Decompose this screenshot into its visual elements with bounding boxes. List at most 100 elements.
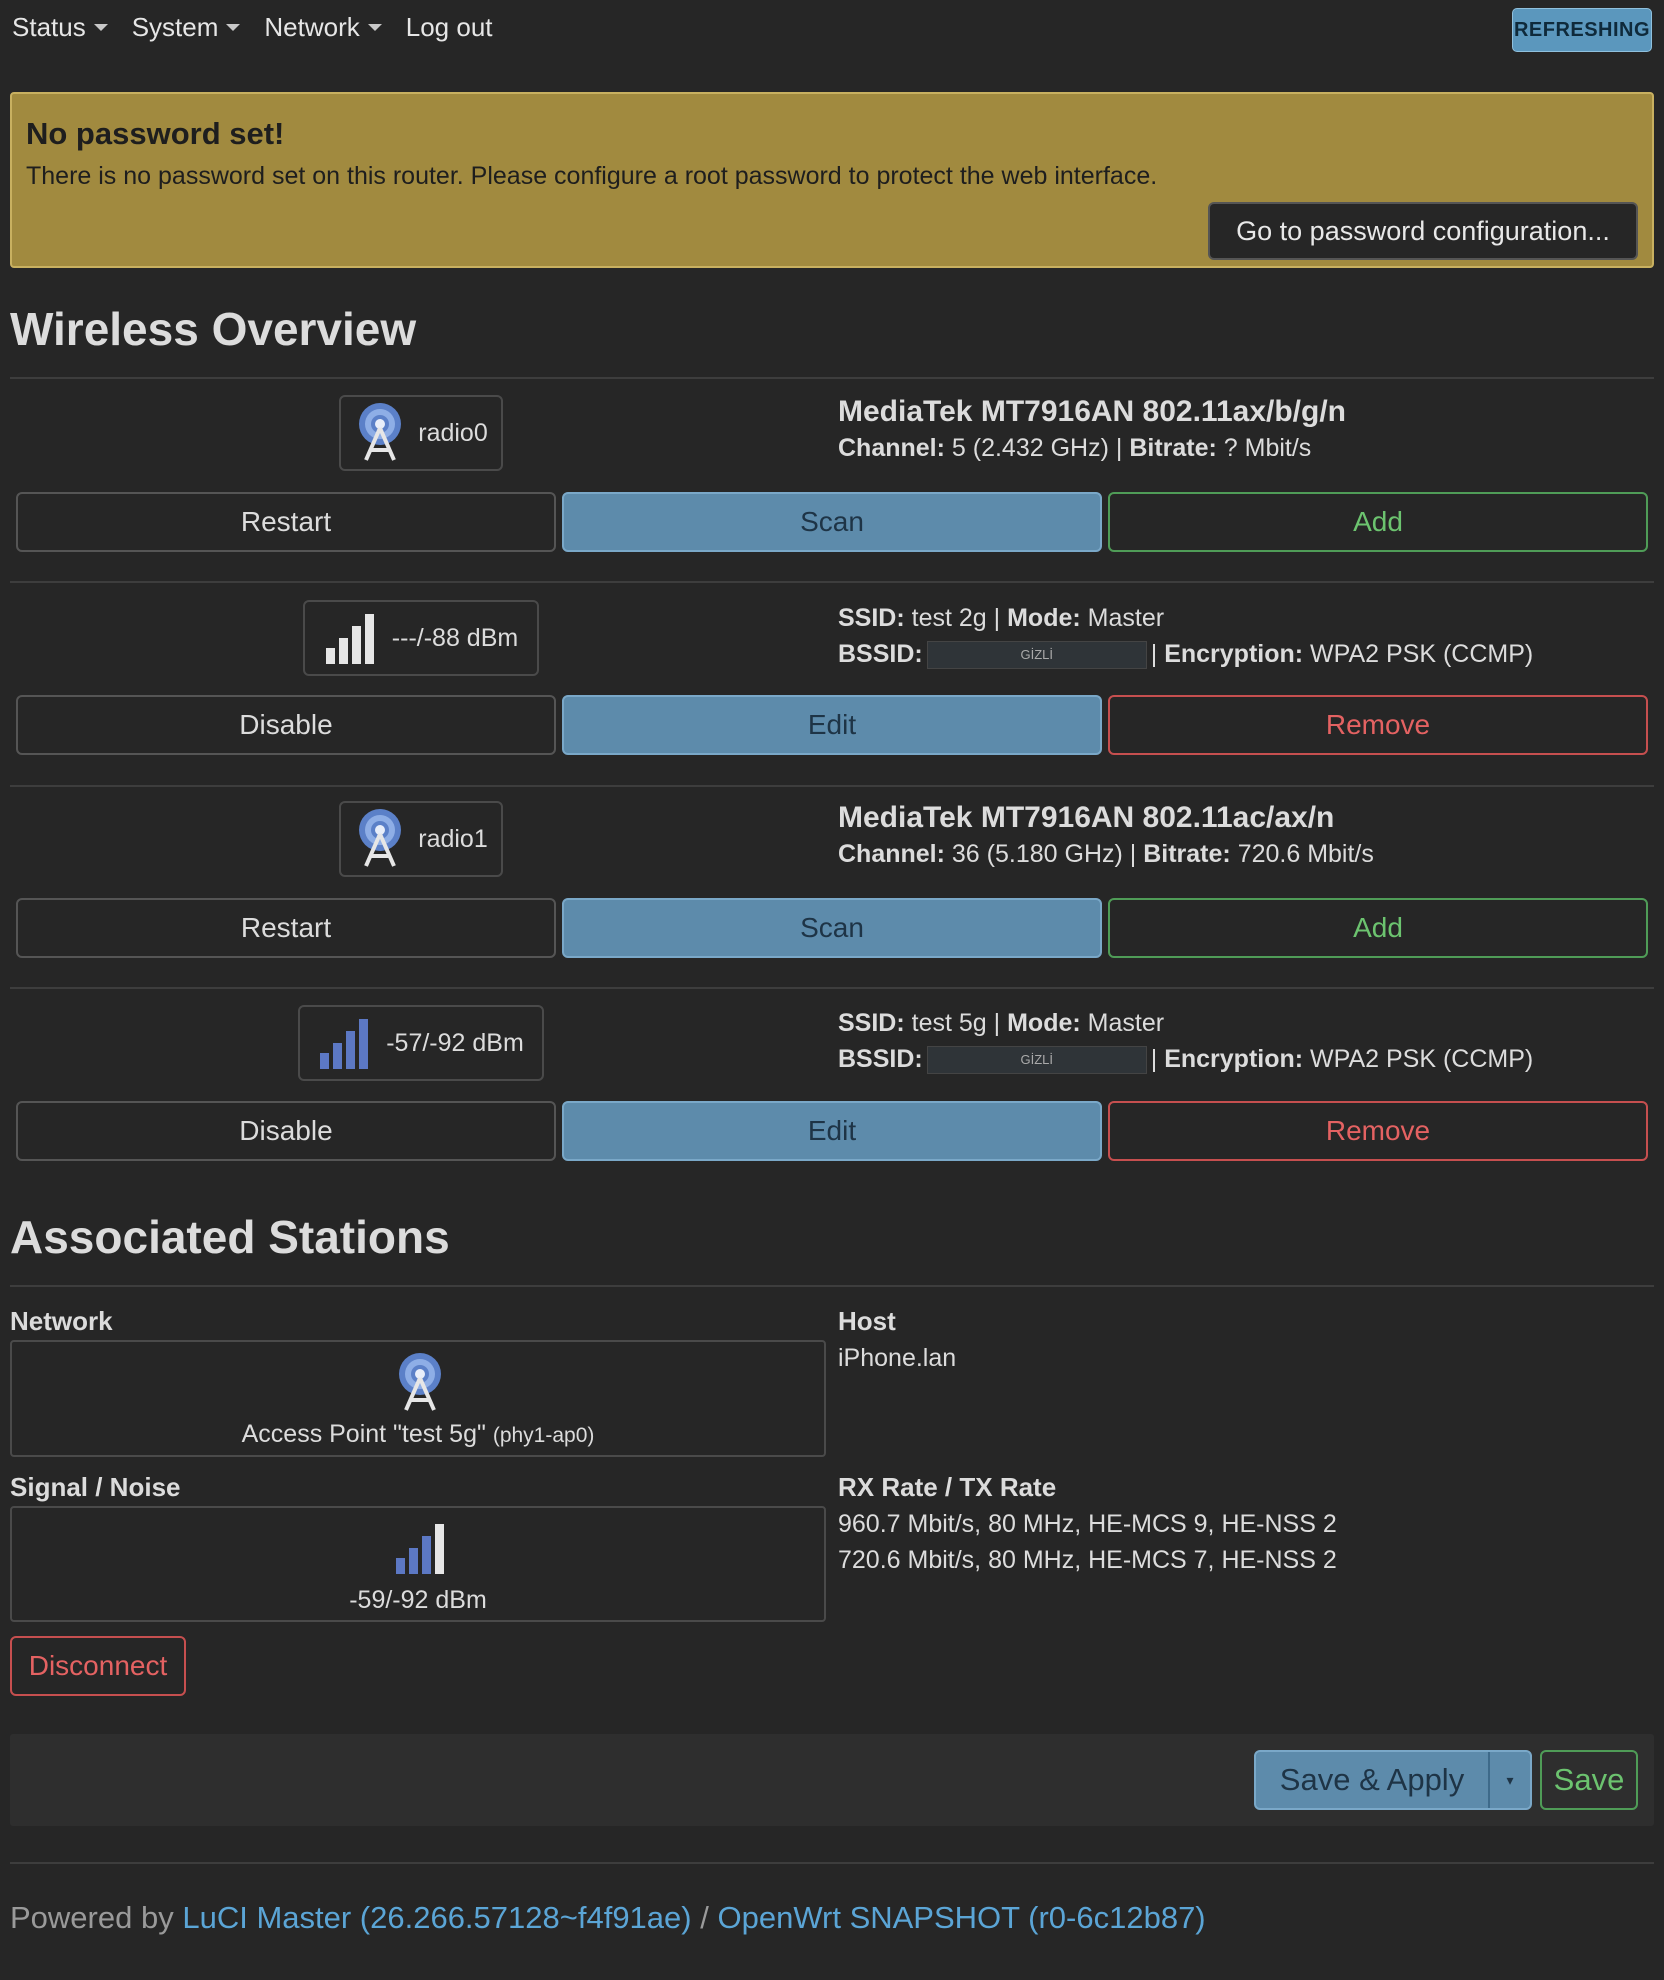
mode-label: Mode: (1007, 604, 1081, 632)
menu-system-label: System (131, 12, 219, 42)
station-network-value: Access Point "test 5g" (241, 1420, 486, 1448)
divider (10, 1285, 1654, 1287)
menu-system[interactable]: System (132, 12, 241, 43)
encryption-value: WPA2 PSK (CCMP) (1310, 1045, 1534, 1073)
radio1-model: MediaTek MT7916AN 802.11ac/ax/n (838, 801, 1335, 834)
save-apply-button[interactable]: Save & Apply (1256, 1752, 1488, 1808)
radio1-actions: Restart Scan Add (16, 898, 1648, 958)
channel-value: 5 (2.432 GHz) (951, 434, 1109, 462)
save-apply-dropdown[interactable]: ▾ (1488, 1752, 1530, 1808)
channel-label: Channel: (838, 434, 945, 462)
channel-value: 36 (5.180 GHz) (951, 840, 1123, 868)
menu-network[interactable]: Network (264, 12, 382, 43)
network-5g-actions: Disable Edit Remove (16, 1101, 1648, 1161)
station-network-iface: (phy1-ap0) (492, 1424, 595, 1447)
signal-icon (396, 1524, 444, 1574)
channel-label: Channel: (838, 840, 945, 868)
disable-button[interactable]: Disable (16, 695, 556, 755)
footer-separator: / (700, 1900, 709, 1935)
radio1-details: Channel: 36 (5.180 GHz) | Bitrate: 720.6… (838, 840, 1374, 868)
disconnect-button[interactable]: Disconnect (10, 1636, 186, 1696)
wireless-overview-title: Wireless Overview (10, 303, 417, 355)
ssid-value: test 5g (911, 1009, 987, 1037)
station-signal-box: -59/-92 dBm (10, 1506, 826, 1622)
network-2g-actions: Disable Edit Remove (16, 695, 1648, 755)
bssid-hidden: GİZLİ (926, 641, 1147, 670)
save-button[interactable]: Save (1540, 1750, 1638, 1810)
luci-link[interactable]: LuCI Master (26.266.57128~f4f91ae) (182, 1900, 691, 1935)
network-5g-signal: -57/-92 dBm (386, 1028, 524, 1057)
no-password-alert: No password set! There is no password se… (10, 92, 1654, 268)
divider (10, 581, 1654, 583)
chevron-down-icon (93, 24, 108, 31)
network-5g-signal-badge: -57/-92 dBm (298, 1005, 544, 1081)
add-button[interactable]: Add (1108, 492, 1648, 552)
ssid-label: SSID: (838, 1009, 905, 1037)
restart-button[interactable]: Restart (16, 898, 556, 958)
ssid-label: SSID: (838, 604, 905, 632)
bssid-label: BSSID: (838, 640, 923, 668)
mode-label: Mode: (1007, 1009, 1081, 1037)
network-5g-bssid-line: BSSID: GİZLİ | Encryption: WPA2 PSK (CCMP) (838, 1045, 1534, 1075)
associated-stations-title: Associated Stations (10, 1211, 450, 1263)
remove-button[interactable]: Remove (1108, 1101, 1648, 1161)
wireless-icon (359, 403, 402, 461)
divider (10, 377, 1654, 379)
ssid-value: test 2g (911, 604, 987, 632)
scan-button[interactable]: Scan (562, 492, 1102, 552)
menu-status[interactable]: Status (12, 12, 108, 43)
mode-value: Master (1087, 1009, 1165, 1037)
network-column-label: Network (10, 1306, 113, 1336)
host-value: iPhone.lan (838, 1344, 957, 1372)
footer: Powered by LuCI Master (26.266.57128~f4f… (10, 1900, 1206, 1936)
bitrate-label: Bitrate: (1143, 840, 1231, 868)
main-menu: Status System Network Log out (12, 12, 517, 43)
signal-icon (320, 1019, 369, 1069)
station-network-text: Access Point "test 5g" (phy1-ap0) (12, 1420, 824, 1449)
host-column-label: Host (838, 1306, 896, 1336)
encryption-value: WPA2 PSK (CCMP) (1310, 640, 1534, 668)
edit-button[interactable]: Edit (562, 1101, 1102, 1161)
save-apply-group: Save & Apply ▾ (1254, 1750, 1532, 1810)
refreshing-indicator[interactable]: REFRESHING (1512, 8, 1652, 52)
bssid-hidden: GİZLİ (926, 1046, 1147, 1075)
network-5g-info: SSID: test 5g | Mode: Master BSSID: GİZLİ… (838, 1005, 1533, 1077)
radio1-name: radio1 (418, 824, 488, 853)
radio1-info: MediaTek MT7916AN 802.11ac/ax/n Channel:… (838, 800, 1374, 872)
openwrt-link[interactable]: OpenWrt SNAPSHOT (r0-6c12b87) (717, 1900, 1205, 1935)
page-actions: Save & Apply ▾ Save (10, 1734, 1654, 1826)
signal-column-label: Signal / Noise (10, 1472, 181, 1502)
edit-button[interactable]: Edit (562, 695, 1102, 755)
divider (10, 785, 1654, 787)
bitrate-value: 720.6 Mbit/s (1237, 840, 1374, 868)
menu-network-label: Network (264, 12, 360, 42)
menu-status-label: Status (12, 12, 86, 42)
station-signal-value: -59/-92 dBm (349, 1586, 487, 1614)
encryption-label: Encryption: (1164, 640, 1304, 668)
password-config-button[interactable]: Go to password configuration... (1208, 202, 1638, 260)
encryption-label: Encryption: (1164, 1045, 1304, 1073)
radio0-model: MediaTek MT7916AN 802.11ax/b/g/n (838, 395, 1346, 428)
radio0-actions: Restart Scan Add (16, 492, 1648, 552)
chevron-down-icon: ▾ (1506, 1771, 1514, 1788)
radio0-details: Channel: 5 (2.432 GHz) | Bitrate: ? Mbit… (838, 434, 1312, 462)
tx-rate-value: 720.6 Mbit/s, 80 MHz, HE-MCS 7, HE-NSS 2 (838, 1546, 1337, 1574)
rate-column-label: RX Rate / TX Rate (838, 1472, 1057, 1502)
rx-rate-value: 960.7 Mbit/s, 80 MHz, HE-MCS 9, HE-NSS 2 (838, 1510, 1337, 1538)
wireless-icon (359, 809, 402, 867)
scan-button[interactable]: Scan (562, 898, 1102, 958)
network-2g-signal-badge: ---/-88 dBm (303, 600, 539, 676)
add-button[interactable]: Add (1108, 898, 1648, 958)
disable-button[interactable]: Disable (16, 1101, 556, 1161)
divider (10, 1862, 1654, 1864)
network-5g-ssid-line: SSID: test 5g | Mode: Master (838, 1009, 1165, 1037)
menu-logout[interactable]: Log out (406, 12, 493, 43)
remove-button[interactable]: Remove (1108, 695, 1648, 755)
radio0-name: radio0 (418, 418, 488, 447)
wireless-icon (399, 1353, 441, 1411)
restart-button[interactable]: Restart (16, 492, 556, 552)
network-2g-ssid-line: SSID: test 2g | Mode: Master (838, 604, 1165, 632)
network-2g-bssid-line: BSSID: GİZLİ | Encryption: WPA2 PSK (CCMP) (838, 640, 1534, 670)
alert-title: No password set! (26, 116, 285, 151)
chevron-down-icon (226, 24, 241, 31)
